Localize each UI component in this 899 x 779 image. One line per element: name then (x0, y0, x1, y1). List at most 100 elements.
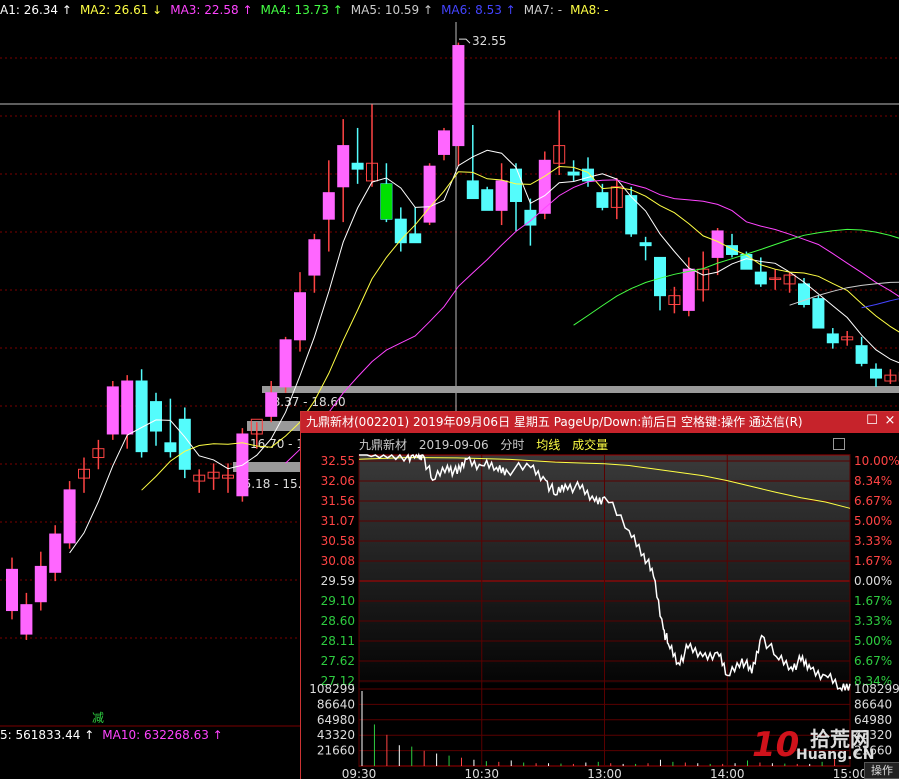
candle-body-0 (6, 568, 18, 612)
pct-tick-9: 5.00% (854, 634, 892, 648)
candle-57 (826, 328, 839, 349)
candle-body-10 (150, 401, 162, 432)
time-tick-3: 14:00 (710, 767, 745, 779)
pct-tick-7: 1.67% (854, 594, 892, 608)
price-zone-label-1: 16.70 - 1 (250, 437, 304, 451)
candle-body-49 (711, 230, 724, 258)
candle-44 (639, 236, 652, 261)
ma-legend-item-6: MA7: - (523, 3, 563, 17)
candle-59 (855, 336, 868, 367)
candle-body-29 (423, 165, 436, 223)
candle-body-60 (870, 368, 882, 379)
candle-29 (423, 163, 436, 226)
candle-0 (6, 557, 18, 620)
candle-body-57 (826, 333, 839, 344)
candle-5 (78, 457, 90, 493)
ma-legend-item-0: A1: 26.34 ↑ (0, 3, 72, 17)
candle-body-28 (409, 233, 422, 244)
candle-body-20 (294, 292, 306, 341)
peak-price-label: 32.55 (472, 34, 506, 48)
volume-tick-right-1: 86640 (854, 697, 892, 711)
candle-body-11 (164, 442, 177, 453)
pct-tick-2: 6.67% (854, 494, 892, 508)
pct-tick-10: 6.67% (854, 654, 892, 668)
time-tick-2: 13:00 (587, 767, 622, 779)
candle-2 (34, 551, 47, 611)
ma-legend-item-7: MA8: - (570, 3, 609, 17)
candle-body-9 (135, 380, 148, 453)
candle-body-18 (265, 392, 278, 417)
volume-legend-item-0: 5: 561833.44 ↑ (0, 728, 95, 742)
volume-tick-left-1: 86640 (317, 697, 355, 711)
candle-32 (466, 124, 479, 200)
candle-12 (178, 407, 191, 479)
price-tick-9: 28.11 (321, 634, 355, 648)
ma-legend-item-2: MA3: 22.58 ↑ (170, 3, 253, 17)
candle-1 (20, 592, 33, 640)
candle-body-51 (740, 253, 753, 270)
candle-37 (538, 151, 551, 220)
candle-38 (553, 110, 566, 176)
pct-tick-4: 3.33% (854, 534, 892, 548)
time-tick-0: 09:30 (342, 767, 377, 779)
candle-19 (279, 336, 292, 393)
candle-body-3 (49, 533, 62, 573)
candle-24 (351, 127, 364, 184)
ma-legend: A1: 26.34 ↑ MA2: 26.61 ↓ MA3: 22.58 ↑ MA4: … (0, 3, 617, 19)
volume-tick-left-4: 21660 (317, 744, 355, 758)
candle-39 (567, 160, 580, 181)
candle-53 (769, 269, 782, 290)
close-icon[interactable]: × (884, 414, 896, 427)
operation-button[interactable]: 操作 (864, 762, 899, 779)
candle-61 (884, 369, 897, 384)
pct-tick-6: 0.00% (854, 574, 892, 588)
price-tick-1: 32.06 (321, 474, 355, 488)
price-tick-4: 30.58 (321, 534, 355, 548)
candle-36 (524, 198, 537, 246)
candle-7 (106, 381, 119, 440)
popup-titlebar[interactable]: 九鼎新材(002201) 2019年09月06日 星期五 PageUp/Down… (301, 412, 899, 433)
candle-3 (49, 525, 62, 582)
price-tick-8: 28.60 (321, 614, 355, 628)
candle-body-8 (121, 380, 134, 435)
candle-body-2 (34, 565, 47, 603)
candle-body-31 (452, 45, 465, 147)
candle-body-7 (106, 386, 119, 435)
candle-22 (322, 160, 335, 252)
restore-icon[interactable]: ☐ (866, 414, 878, 427)
candle-33 (481, 186, 494, 211)
volume-tick-left-0: 108299 (309, 682, 355, 696)
price-tick-3: 31.07 (321, 514, 355, 528)
candle-body-39 (567, 171, 580, 176)
candle-body-45 (654, 256, 666, 297)
candle-body-35 (510, 168, 522, 203)
candle-body-43 (625, 195, 638, 235)
time-tick-1: 10:30 (464, 767, 499, 779)
candle-body-23 (337, 145, 350, 188)
candle-body-56 (812, 298, 825, 329)
candle-49 (711, 227, 724, 276)
candle-35 (510, 163, 522, 231)
candle-body-30 (438, 130, 450, 155)
candle-body-21 (308, 239, 321, 276)
logo-number: 10 (752, 725, 800, 765)
candle-body-34 (495, 180, 508, 211)
price-tick-5: 30.08 (321, 554, 355, 568)
price-tick-0: 32.55 (321, 454, 355, 468)
zone-bar-2 (247, 421, 307, 431)
candle-body-highlight (380, 183, 392, 220)
candle-body-52 (754, 271, 767, 285)
ma-legend-item-4: MA5: 10.59 ↑ (350, 3, 434, 17)
candle-58 (841, 330, 854, 346)
candle-6 (92, 439, 105, 470)
candle-4 (63, 481, 76, 549)
candle-60 (870, 363, 882, 387)
candle-body-59 (855, 345, 868, 364)
candle-body-22 (322, 192, 335, 220)
volume-tick-right-0: 108299 (854, 682, 899, 696)
candle-21 (308, 233, 321, 293)
candle-body-19 (279, 339, 292, 388)
candle-31 (452, 42, 465, 167)
candle-body-12 (178, 418, 191, 470)
intraday-popup-window[interactable]: 九鼎新材(002201) 2019年09月06日 星期五 PageUp/Down… (300, 411, 899, 779)
